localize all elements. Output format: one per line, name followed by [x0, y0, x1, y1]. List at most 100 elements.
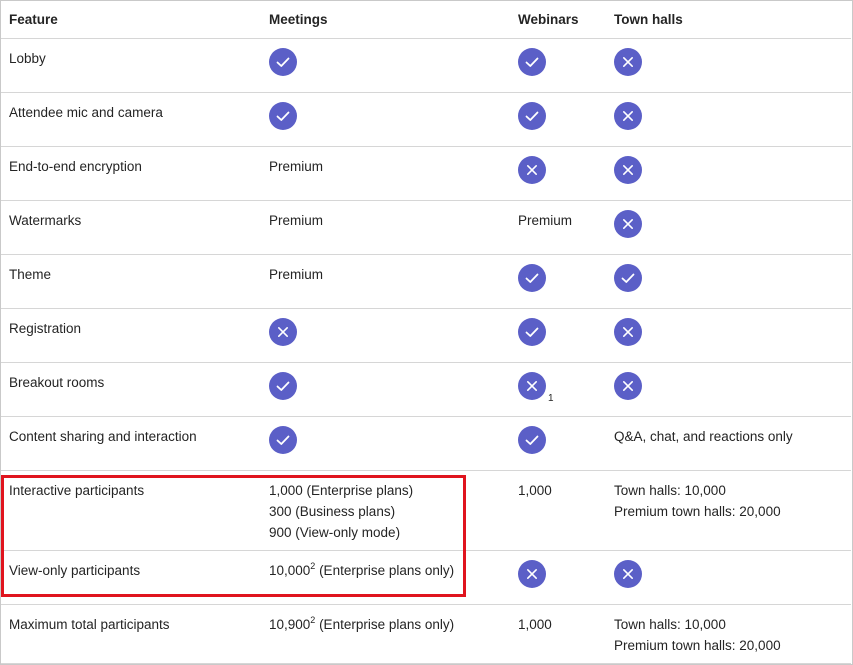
- check-circle-icon: [269, 426, 297, 454]
- meetings-cell: 10,0002 (Enterprise plans only): [261, 550, 510, 605]
- x-circle-icon: [614, 318, 642, 346]
- meetings-cell: [261, 362, 510, 417]
- townhalls-cell: [606, 308, 851, 363]
- cell-text: 10,000: [269, 563, 311, 578]
- meetings-cell: [261, 92, 510, 147]
- check-circle-icon: [518, 48, 546, 76]
- table-row: Lobby: [1, 38, 851, 93]
- feature-cell: Breakout rooms: [1, 362, 261, 417]
- cell-text: 1,000: [518, 483, 552, 498]
- feature-cell: Lobby: [1, 38, 261, 93]
- meetings-cell: Premium: [261, 200, 510, 255]
- feature-label: Interactive participants: [9, 483, 145, 498]
- webinars-cell: [510, 308, 606, 363]
- table-row: Maximum total participants 10,9002 (Enter…: [1, 604, 851, 664]
- x-circle-icon: [269, 318, 297, 346]
- table-row: End-to-end encryption Premium: [1, 146, 851, 201]
- webinars-cell: [510, 550, 606, 605]
- feature-label: Watermarks: [9, 213, 82, 228]
- cell-text: Premium: [518, 213, 573, 228]
- webinars-cell: [510, 92, 606, 147]
- header-feature: Feature: [1, 1, 261, 39]
- feature-cell: Watermarks: [1, 200, 261, 255]
- meetings-cell: Premium: [261, 254, 510, 309]
- cell-text-line: 900 (View-only mode): [269, 525, 401, 540]
- meetings-cell: Premium: [261, 146, 510, 201]
- footnote-marker: 1: [548, 393, 554, 404]
- table-row: Theme Premium: [1, 254, 851, 309]
- cell-text-line: Town halls: 10,000: [614, 483, 726, 498]
- x-circle-icon: [614, 102, 642, 130]
- cell-text-suffix: (Enterprise plans only): [315, 563, 455, 578]
- feature-label: Theme: [9, 267, 52, 282]
- townhalls-cell: [606, 38, 851, 93]
- feature-cell: Registration: [1, 308, 261, 363]
- meetings-cell: [261, 308, 510, 363]
- cell-text-line: Premium town halls: 20,000: [614, 638, 781, 653]
- webinars-cell: 1,000: [510, 604, 606, 664]
- webinars-cell: 1,000: [510, 470, 606, 551]
- x-circle-icon: [614, 48, 642, 76]
- table-row: Breakout rooms 1: [1, 362, 851, 417]
- feature-label: Content sharing and interaction: [9, 429, 197, 444]
- feature-label: Lobby: [9, 51, 46, 66]
- feature-cell: Theme: [1, 254, 261, 309]
- cell-text-line: Premium town halls: 20,000: [614, 504, 781, 519]
- cell-text: 10,900: [269, 617, 311, 632]
- cell-text-line: 300 (Business plans): [269, 504, 396, 519]
- townhalls-cell: [606, 550, 851, 605]
- webinars-cell: [510, 38, 606, 93]
- superscript-footnote: 2: [310, 560, 316, 571]
- check-circle-icon: [518, 102, 546, 130]
- feature-label: View-only participants: [9, 563, 141, 578]
- feature-cell: View-only participants: [1, 550, 261, 605]
- table-header-row: Feature Meetings Webinars Town halls: [1, 1, 851, 39]
- cell-text: Premium: [269, 159, 324, 174]
- check-circle-icon: [269, 48, 297, 76]
- check-circle-icon: [518, 426, 546, 454]
- x-circle-icon: [614, 560, 642, 588]
- cell-text-line: Town halls: 10,000: [614, 617, 726, 632]
- feature-cell: Interactive participants: [1, 470, 261, 551]
- townhalls-cell: [606, 92, 851, 147]
- feature-label: Registration: [9, 321, 82, 336]
- check-circle-icon: [269, 372, 297, 400]
- feature-cell: Maximum total participants: [1, 604, 261, 664]
- webinars-cell: [510, 254, 606, 309]
- townhalls-cell: Town halls: 10,000 Premium town halls: 20…: [606, 470, 851, 551]
- feature-cell: End-to-end encryption: [1, 146, 261, 201]
- webinars-cell: [510, 146, 606, 201]
- feature-comparison-table: Feature Meetings Webinars Town halls Lob…: [1, 1, 851, 664]
- check-circle-icon: [269, 102, 297, 130]
- feature-label: Maximum total participants: [9, 617, 170, 632]
- x-circle-icon: [518, 156, 546, 184]
- meetings-cell: 10,9002 (Enterprise plans only): [261, 604, 510, 664]
- feature-label: End-to-end encryption: [9, 159, 142, 174]
- table-row: Registration: [1, 308, 851, 363]
- superscript-footnote: 2: [310, 614, 316, 625]
- x-circle-icon: [614, 372, 642, 400]
- x-circle-icon: [518, 372, 546, 400]
- cell-text: Premium: [269, 267, 324, 282]
- table-row: View-only participants 10,0002 (Enterpris…: [1, 550, 851, 605]
- check-circle-icon: [518, 318, 546, 346]
- check-circle-icon: [518, 264, 546, 292]
- meetings-cell: [261, 416, 510, 471]
- webinars-cell: Premium: [510, 200, 606, 255]
- townhalls-cell: [606, 146, 851, 201]
- header-town-halls: Town halls: [606, 1, 851, 39]
- x-circle-icon: [614, 156, 642, 184]
- header-meetings: Meetings: [261, 1, 510, 39]
- webinars-cell: [510, 416, 606, 471]
- webinars-cell: 1: [510, 362, 606, 417]
- table-row: Watermarks Premium Premium: [1, 200, 851, 255]
- check-circle-icon: [614, 264, 642, 292]
- cell-text: 1,000: [518, 617, 552, 632]
- x-circle-icon: [614, 210, 642, 238]
- townhalls-cell: [606, 200, 851, 255]
- townhalls-cell: [606, 362, 851, 417]
- table-row: Interactive participants 1,000 (Enterpris…: [1, 470, 851, 551]
- table-row: Content sharing and interaction Q&A, chat…: [1, 416, 851, 471]
- feature-label: Attendee mic and camera: [9, 105, 163, 120]
- table-row: Attendee mic and camera: [1, 92, 851, 147]
